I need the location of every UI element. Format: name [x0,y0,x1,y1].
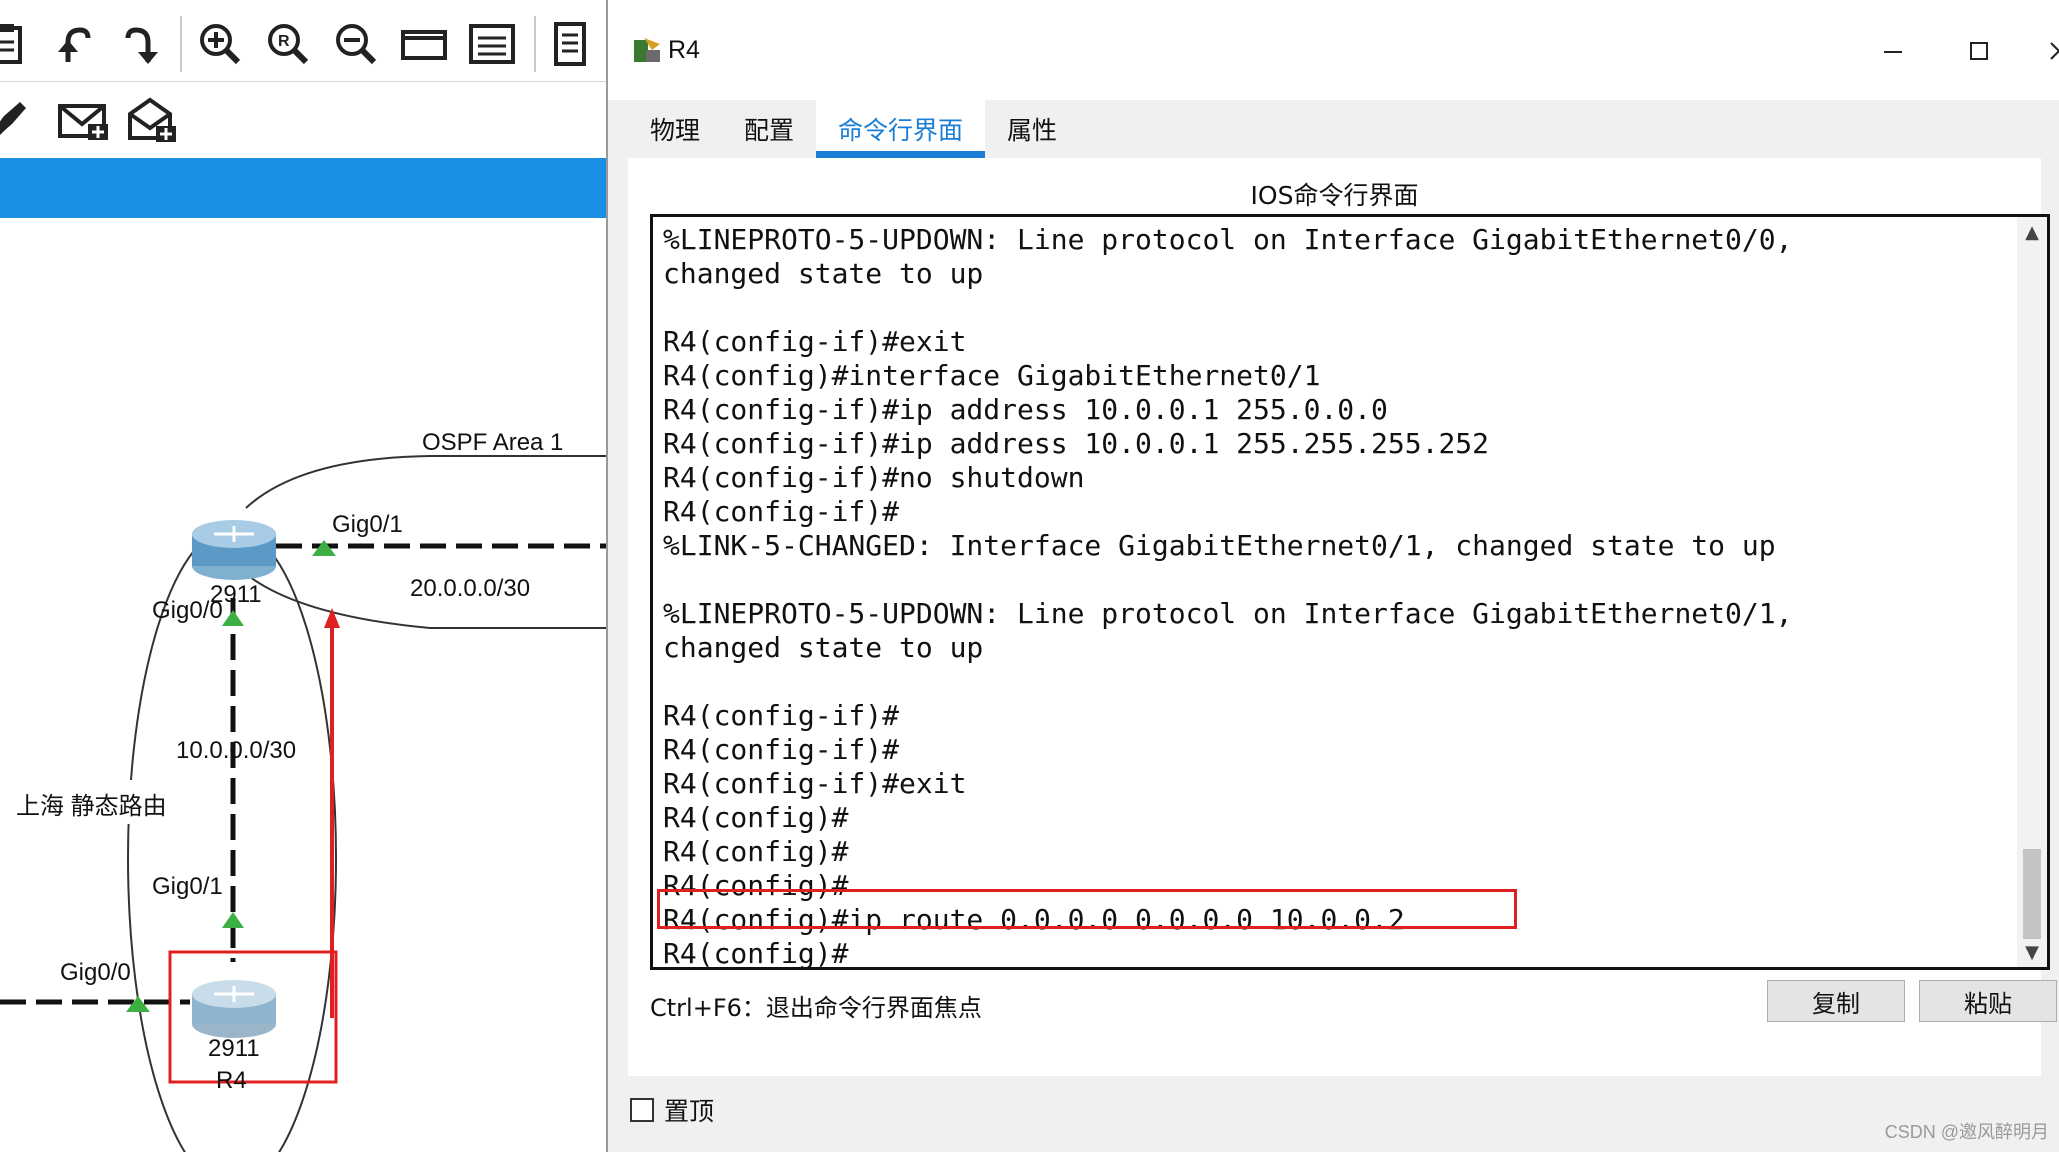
config-tabs: 物理 配置 命令行界面 属性 [628,100,1080,158]
terminal-line: %LINK-5-CHANGED: Interface GigabitEthern… [663,529,1776,562]
terminal-line: R4(config-if)#exit [663,767,967,800]
r4-name-label: R4 [216,1067,247,1094]
terminal-line: R4(config-if)#no shutdown [663,461,1085,494]
maximize-icon [1970,42,1988,60]
port-label-top-gig01: Gig0/1 [332,511,403,538]
port-label-r4-gig01: Gig0/1 [152,873,223,900]
zoom-out-icon[interactable] [330,18,382,70]
terminal-line: R4(config-if)#ip address 10.0.0.1 255.25… [663,427,1490,460]
ospf-area-label: OSPF Area 1 [422,429,563,456]
terminal-line: R4(config-if)#ip address 10.0.0.1 255.0.… [663,393,1388,426]
minimize-button[interactable] [1863,24,1923,78]
r4-router-icon[interactable] [192,980,276,1038]
cli-panel: IOS命令行界面 %LINEPROTO-5-UPDOWN: Line proto… [628,158,2057,1076]
top-router-icon[interactable] [192,520,276,580]
window-icon[interactable] [398,18,450,70]
port-label-r4-gig00: Gig0/0 [60,959,131,986]
region-label: 上海 静态路由 [16,793,167,820]
port-indicator [222,610,244,626]
topology-diagram: OSPF Area 1 Gig0/1 20.0.0.0/30 Gig0/0 10… [0,429,608,1152]
terminal-line: changed state to up [663,631,984,664]
tab-attributes[interactable]: 属性 [985,100,1079,158]
router-config-window: R4 物理 配置 命令行界面 属性 IOS命令行界面 %LINEPROTO-5-… [606,0,2059,1152]
terminal-scrollbar[interactable]: ▲ ▼ [2017,217,2047,967]
undo-icon[interactable] [48,18,100,70]
complex-pdu-icon[interactable] [126,94,178,146]
pin-label: 置顶 [664,1097,715,1126]
close-button[interactable] [2029,24,2059,78]
terminal-line: R4(config)# [663,801,849,834]
terminal-line: R4(config-if)# [663,699,900,732]
terminal-line: R4(config-if)# [663,495,900,528]
tab-config[interactable]: 配置 [722,100,816,158]
terminal-line: R4(config)#interface GigabitEthernet0/1 [663,359,1321,392]
tab-physical[interactable]: 物理 [628,100,722,158]
watermark: CSDN @邀风醉明月 [1884,1122,2049,1142]
simple-pdu-icon[interactable] [58,94,110,146]
window-titlebar[interactable]: R4 [608,0,2059,100]
port-indicator [222,912,244,928]
terminal-line: R4(config-if)#exit [663,325,967,358]
tab-cli[interactable]: 命令行界面 [816,100,986,158]
minimize-icon [1884,51,1902,53]
network-label-10: 10.0.0.0/30 [176,737,296,764]
terminal-line: R4(config)# [663,835,849,868]
zoom-reset-icon[interactable]: R [262,18,314,70]
clipboard-icon[interactable] [0,18,34,70]
top-router-model: 2911 [210,581,262,608]
command-highlight-box [657,889,1517,929]
terminal-line: R4(config-if)# [663,733,900,766]
secondary-toolbar [0,82,608,158]
r4-model-label: 2911 [208,1035,260,1062]
svg-text:R: R [278,33,290,50]
palette-icon[interactable] [466,18,518,70]
pin-checkbox[interactable] [630,1098,654,1122]
draw-icon[interactable] [0,94,36,146]
ios-cli-title: IOS命令行界面 [1250,181,1419,210]
close-icon [2050,42,2059,60]
window-title: R4 [668,36,700,64]
ospf-area-boundary [245,455,608,509]
focus-hint: Ctrl+F6：退出命令行界面焦点 [650,994,982,1022]
network-label-20: 20.0.0.0/30 [410,575,530,602]
router-app-icon [630,36,664,66]
topology-canvas[interactable]: OSPF Area 1 Gig0/1 20.0.0.0/30 Gig0/0 10… [0,218,608,1152]
cli-terminal[interactable]: %LINEPROTO-5-UPDOWN: Line protocol on In… [650,214,2050,970]
terminal-line: changed state to up [663,257,984,290]
notes-icon[interactable] [544,18,596,70]
scroll-up-icon[interactable]: ▲ [2017,217,2047,247]
main-toolbar: R [0,0,608,82]
terminal-line: %LINEPROTO-5-UPDOWN: Line protocol on In… [663,597,1793,630]
maximize-button[interactable] [1949,24,2009,78]
terminal-line: %LINEPROTO-5-UPDOWN: Line protocol on In… [663,223,1793,256]
paste-button[interactable]: 粘贴 [1919,980,2057,1022]
redo-icon[interactable] [116,18,168,70]
zoom-in-icon[interactable] [194,18,246,70]
workspace-bar [0,158,608,218]
copy-button[interactable]: 复制 [1767,980,1905,1022]
terminal-prompt: R4(config)# [663,937,849,970]
terminal-output: %LINEPROTO-5-UPDOWN: Line protocol on In… [663,223,2013,970]
pin-on-top[interactable]: 置顶 [630,1092,714,1128]
scrollbar-thumb[interactable] [2023,849,2041,939]
scroll-down-icon[interactable]: ▼ [2017,937,2047,967]
